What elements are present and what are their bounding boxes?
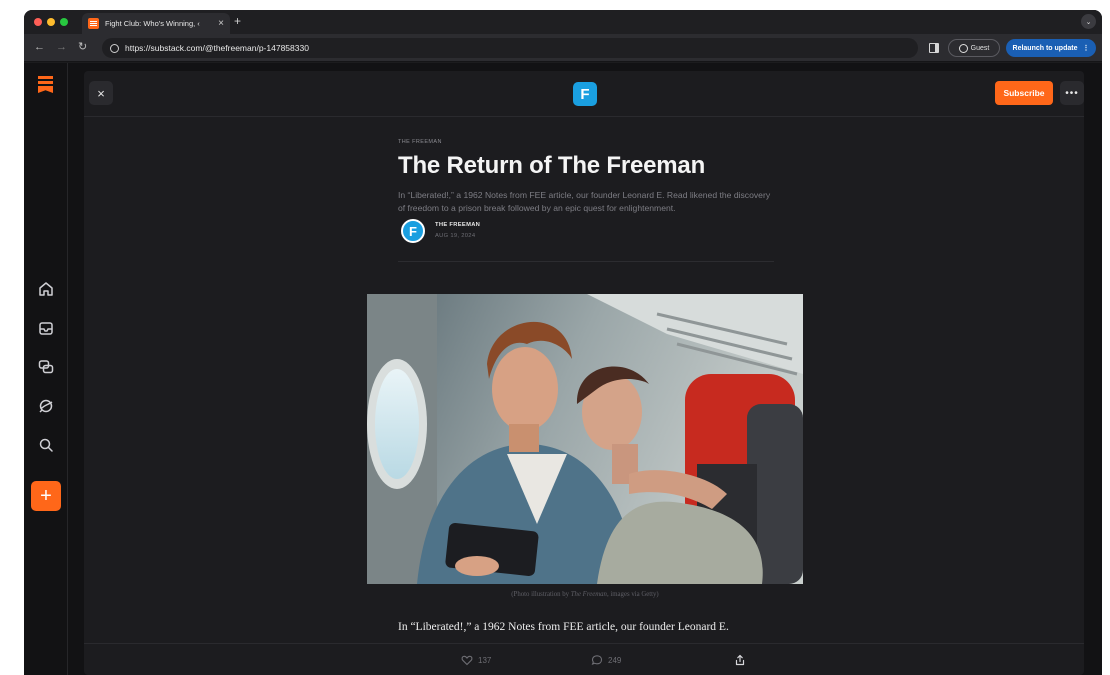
explore-icon[interactable] bbox=[36, 396, 56, 416]
caption-suffix: , images via Getty) bbox=[606, 591, 659, 598]
zoom-window-button[interactable] bbox=[60, 18, 68, 26]
like-count: 137 bbox=[478, 655, 492, 665]
inbox-icon[interactable] bbox=[36, 318, 56, 338]
comment-button[interactable]: 249 bbox=[591, 654, 621, 666]
article-body-first-line: In “Liberated!,” a 1962 Notes from FEE a… bbox=[398, 621, 729, 633]
create-post-button[interactable]: + bbox=[31, 481, 61, 511]
author-avatar[interactable]: F bbox=[401, 219, 425, 243]
relaunch-label: Relaunch to update bbox=[1012, 44, 1078, 52]
side-panel-icon[interactable] bbox=[929, 43, 939, 53]
substack-logo-icon[interactable] bbox=[38, 76, 53, 93]
substack-favicon-icon bbox=[88, 18, 99, 29]
home-icon[interactable] bbox=[36, 279, 56, 299]
comment-icon bbox=[591, 655, 603, 665]
page: + × F Subscribe ••• THE FREEMAN The Retu… bbox=[24, 63, 1102, 675]
header-divider bbox=[84, 116, 1084, 117]
footer-divider bbox=[84, 643, 1084, 644]
browser-window: Fight Club: Who's Winning, ‹ × + ⌄ ← → ↻… bbox=[24, 10, 1102, 675]
caption-source: The Freeman bbox=[570, 591, 607, 598]
post-date: AUG 19, 2024 bbox=[435, 233, 476, 239]
close-reader-button[interactable]: × bbox=[89, 81, 113, 105]
comment-count: 249 bbox=[608, 655, 622, 665]
profile-icon bbox=[958, 43, 968, 53]
tab-close-icon[interactable]: × bbox=[218, 18, 224, 29]
new-tab-button[interactable]: + bbox=[234, 15, 241, 27]
minimize-window-button[interactable] bbox=[47, 18, 55, 26]
post-reader: × F Subscribe ••• THE FREEMAN The Return… bbox=[84, 71, 1084, 675]
image-caption: (Photo illustration by The Freeman, imag… bbox=[367, 591, 803, 598]
hero-image bbox=[367, 294, 803, 584]
address-bar: ← → ↻ https://substack.com/@thefreeman/p… bbox=[24, 34, 1102, 62]
guest-profile-button[interactable]: Guest bbox=[948, 39, 1000, 57]
tab-active[interactable]: Fight Club: Who's Winning, ‹ × bbox=[82, 13, 230, 34]
subscribe-button[interactable]: Subscribe bbox=[995, 81, 1053, 105]
close-window-button[interactable] bbox=[34, 18, 42, 26]
site-info-icon[interactable] bbox=[110, 43, 119, 53]
relaunch-button[interactable]: Relaunch to update ⋮ bbox=[1006, 39, 1096, 57]
article-subtitle: In “Liberated!,” a 1962 Notes from FEE a… bbox=[398, 190, 771, 213]
browser-menu-icon[interactable]: ⋮ bbox=[1082, 44, 1089, 52]
byline-divider bbox=[398, 261, 774, 262]
forward-button[interactable]: → bbox=[56, 41, 67, 54]
reload-button[interactable]: ↻ bbox=[78, 41, 87, 54]
tab-search-button[interactable]: ⌄ bbox=[1081, 14, 1096, 29]
url-text: https://substack.com/@thefreeman/p-14785… bbox=[125, 43, 309, 53]
author-name[interactable]: THE FREEMAN bbox=[435, 222, 480, 228]
publication-kicker[interactable]: THE FREEMAN bbox=[398, 139, 442, 145]
airplane-cabin-illustration bbox=[367, 294, 803, 584]
tab-title: Fight Club: Who's Winning, ‹ bbox=[105, 19, 200, 28]
heart-icon bbox=[461, 655, 473, 666]
like-button[interactable]: 137 bbox=[461, 654, 491, 666]
back-button[interactable]: ← bbox=[34, 41, 45, 54]
share-button[interactable] bbox=[734, 654, 746, 666]
more-options-button[interactable]: ••• bbox=[1060, 81, 1084, 105]
article-title: The Return of The Freeman bbox=[398, 152, 706, 179]
search-icon[interactable] bbox=[36, 435, 56, 455]
url-field[interactable]: https://substack.com/@thefreeman/p-14785… bbox=[102, 38, 918, 58]
chat-icon[interactable] bbox=[36, 357, 56, 377]
caption-prefix: (Photo illustration by bbox=[511, 591, 571, 598]
share-icon bbox=[735, 654, 745, 666]
guest-label: Guest bbox=[970, 44, 990, 52]
tab-bar: Fight Club: Who's Winning, ‹ × + ⌄ bbox=[24, 10, 1102, 34]
left-nav: + bbox=[24, 63, 68, 675]
publication-logo[interactable]: F bbox=[573, 82, 597, 106]
